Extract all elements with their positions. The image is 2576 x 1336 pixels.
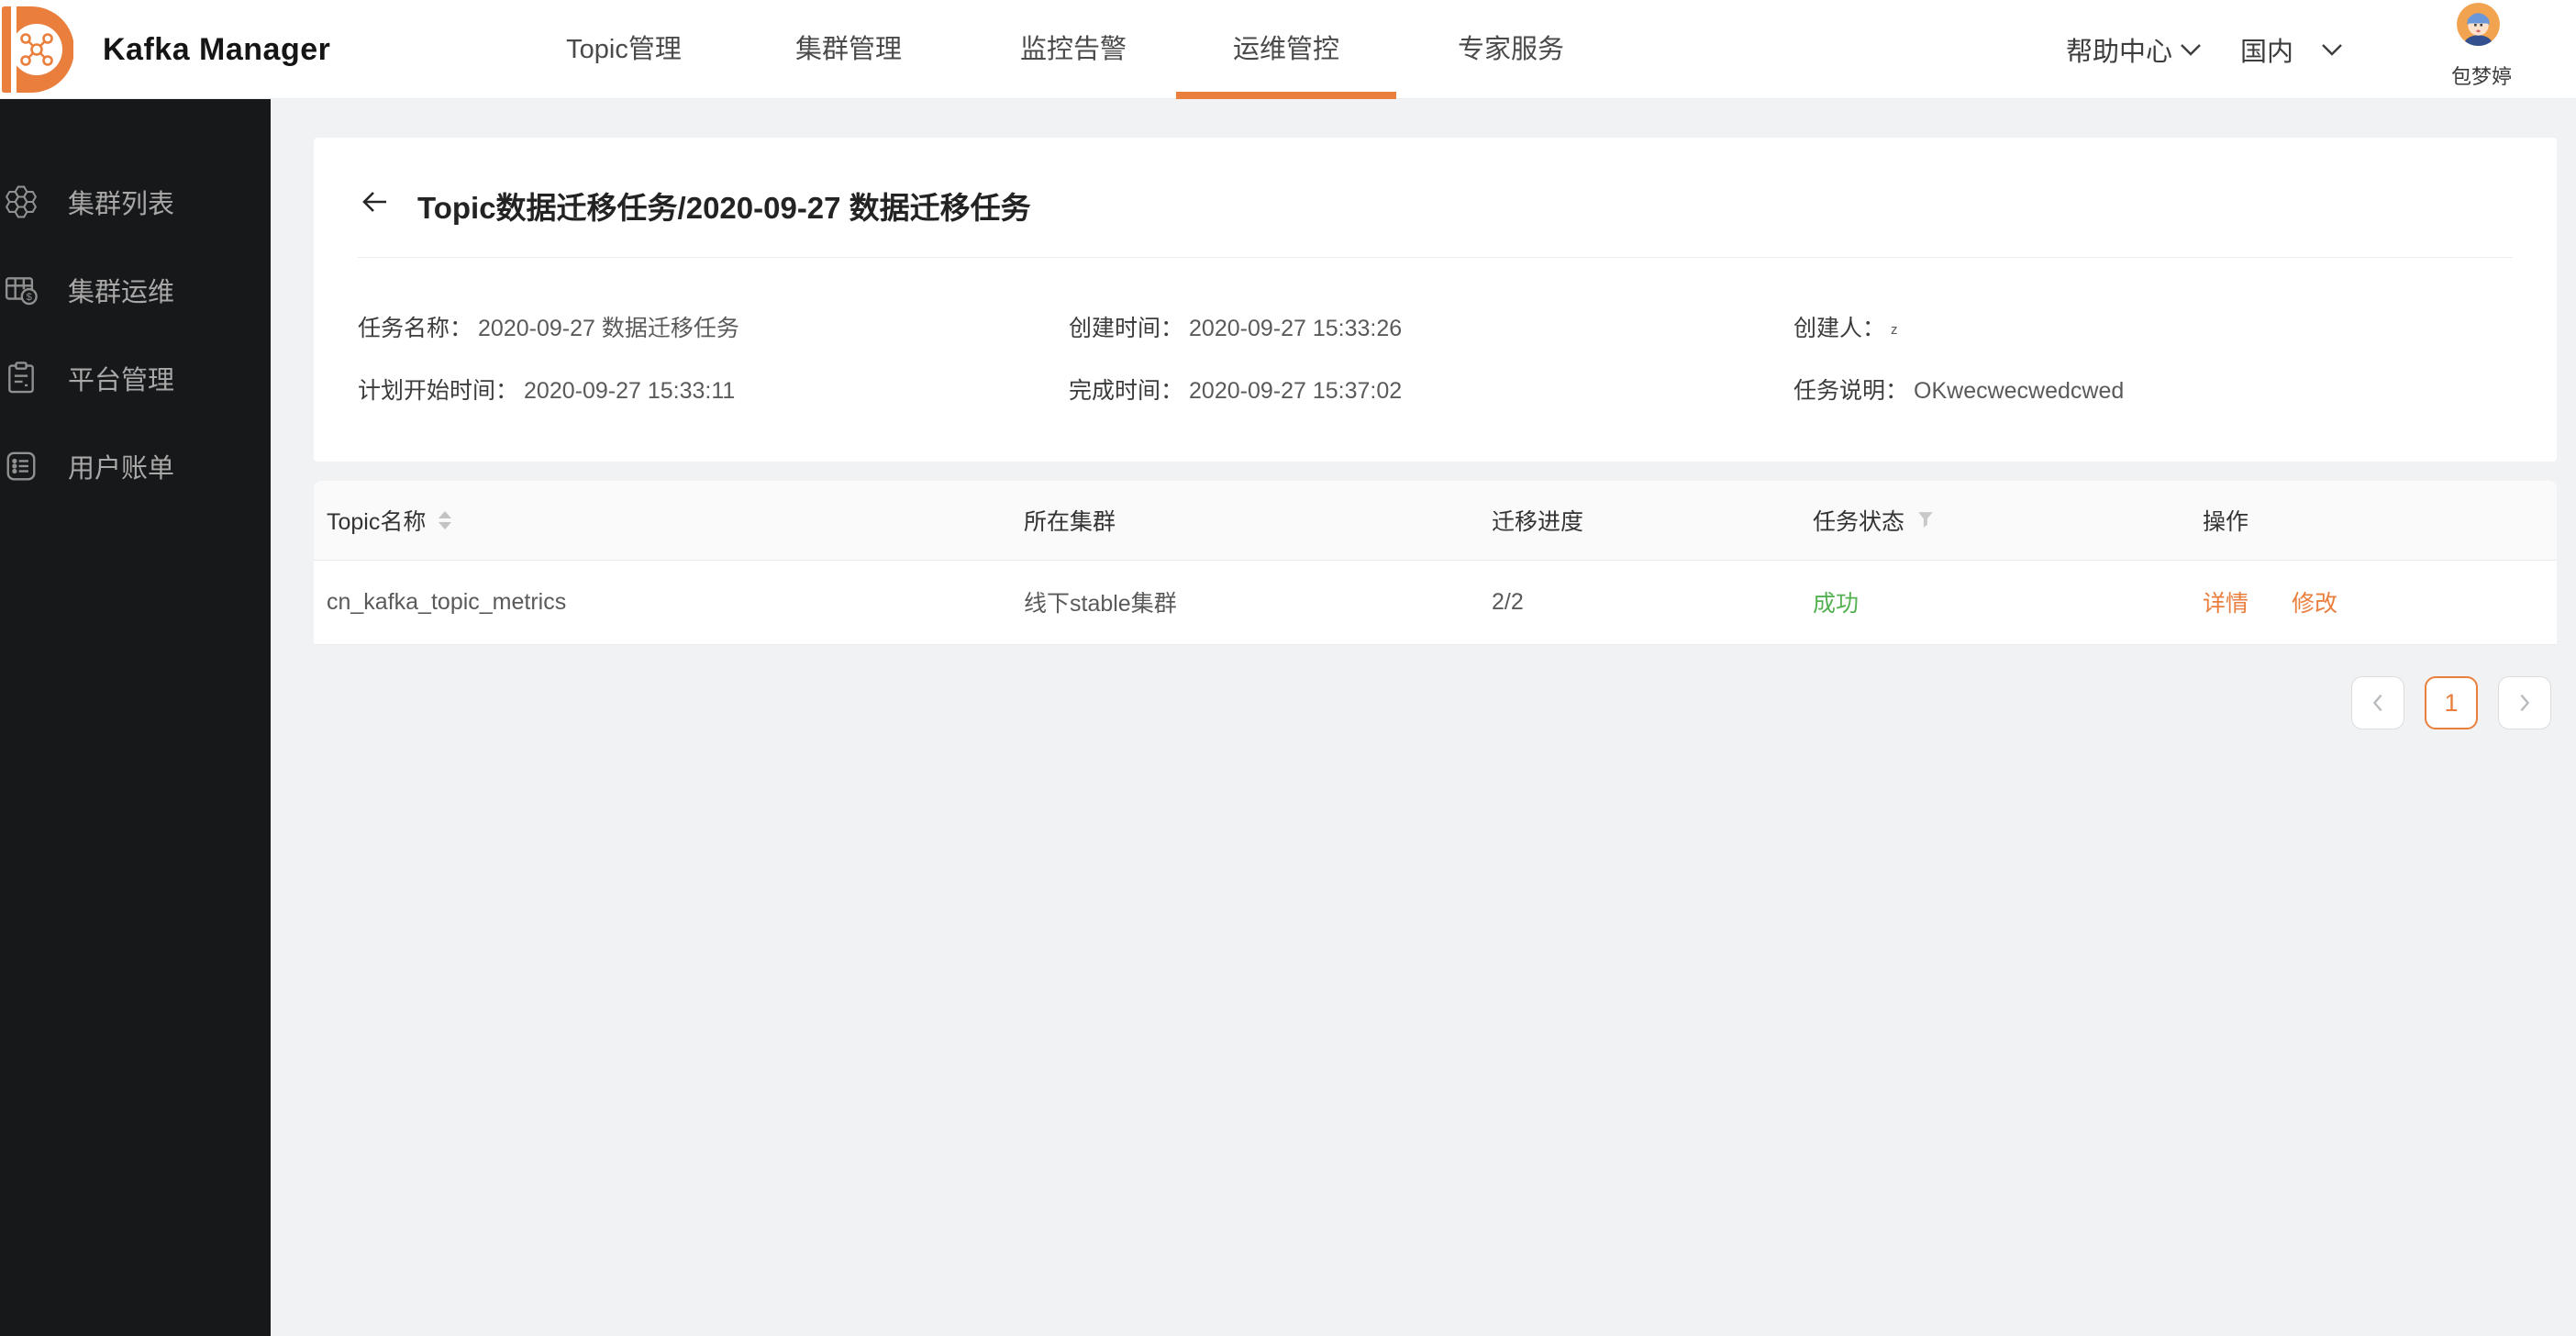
migration-table: Topic名称 所在集群 迁移进度 任务状态 操作 cn_kafka_topic… xyxy=(314,481,2557,645)
sidebar-item-platform-manage[interactable]: 平台管理 xyxy=(0,334,271,422)
chevron-down-icon xyxy=(2181,43,2201,56)
cluster-ops-icon: $ xyxy=(5,277,38,306)
col-actions: 操作 xyxy=(2190,481,2557,561)
cell-cluster: 线下stable集群 xyxy=(1011,560,1479,645)
help-center-label: 帮助中心 xyxy=(2066,38,2173,67)
tab-topic-manage[interactable]: Topic管理 xyxy=(566,0,682,99)
caret-down-icon xyxy=(439,521,452,529)
cell-topic-name: cn_kafka_topic_metrics xyxy=(314,560,1011,645)
tab-expert-service[interactable]: 专家服务 xyxy=(1458,0,1564,99)
col-cluster: 所在集群 xyxy=(1011,481,1479,561)
user-billing-icon xyxy=(6,451,36,481)
app-title: Kafka Manager xyxy=(103,32,331,67)
col-topic-name: Topic名称 xyxy=(314,481,1011,561)
detail-plan-start-time: 计划开始时间： 2020-09-27 15:33:11 xyxy=(358,378,736,404)
prev-page-button[interactable] xyxy=(2351,676,2404,729)
sidebar-item-cluster-list[interactable]: 集群列表 xyxy=(0,158,271,246)
tab-ops-control[interactable]: 运维管控 xyxy=(1233,0,1339,99)
sidebar: 集群列表 $ 集群运维 平台管理 用户账单 xyxy=(0,99,271,1336)
back-arrow-icon[interactable] xyxy=(358,185,391,218)
caret-up-icon xyxy=(439,510,452,518)
table-row: cn_kafka_topic_metrics 线下stable集群 2/2 成功… xyxy=(314,560,2557,645)
page-1-button[interactable]: 1 xyxy=(2425,676,2478,729)
cluster-list-icon xyxy=(5,185,38,218)
chevron-right-icon xyxy=(2520,694,2530,712)
platform-manage-icon xyxy=(8,362,34,394)
col-progress: 迁移进度 xyxy=(1479,481,1800,561)
sidebar-item-cluster-ops[interactable]: $ 集群运维 xyxy=(0,246,271,334)
cell-status: 成功 xyxy=(1800,560,2190,645)
chevron-down-icon xyxy=(2322,43,2342,56)
username: 包梦婷 xyxy=(2450,65,2513,88)
detail-creator: 创建人： z xyxy=(1793,316,1898,341)
detail-task-description: 任务说明： OKwecwecwedcwed xyxy=(1793,378,2125,404)
next-page-button[interactable] xyxy=(2498,676,2551,729)
sidebar-item-label: 用户账单 xyxy=(68,454,175,484)
task-detail-card: Topic数据迁移任务/2020-09-27 数据迁移任务 任务名称： 2020-… xyxy=(314,138,2557,462)
sidebar-item-label: 集群列表 xyxy=(68,190,175,219)
detail-finish-time: 完成时间： 2020-09-27 15:37:02 xyxy=(1069,378,1403,404)
avatar[interactable] xyxy=(2457,3,2500,46)
help-center-menu[interactable]: 帮助中心 xyxy=(2066,0,2202,99)
tab-cluster-manage[interactable]: 集群管理 xyxy=(795,0,902,99)
region-selector[interactable]: 国内 xyxy=(2240,0,2343,99)
tab-monitor-alert[interactable]: 监控告警 xyxy=(1020,0,1127,99)
cell-progress: 2/2 xyxy=(1479,560,1800,645)
table-header-row: Topic名称 所在集群 迁移进度 任务状态 操作 xyxy=(314,481,2557,561)
pagination: 1 xyxy=(2351,676,2551,729)
app-logo-icon xyxy=(2,6,73,93)
page-title: Topic数据迁移任务/2020-09-27 数据迁移任务 xyxy=(417,191,1031,225)
sidebar-item-label: 平台管理 xyxy=(68,366,175,395)
col-status: 任务状态 xyxy=(1800,481,2190,561)
active-tab-indicator xyxy=(1176,92,1396,99)
detail-task-name: 任务名称： 2020-09-27 数据迁移任务 xyxy=(358,316,739,341)
svg-text:$: $ xyxy=(27,292,32,303)
divider xyxy=(358,257,2513,258)
region-label: 国内 xyxy=(2240,38,2294,67)
top-header: Kafka Manager Topic管理 集群管理 监控告警 运维管控 专家服… xyxy=(0,0,2576,99)
status-badge: 成功 xyxy=(1813,591,1860,617)
detail-create-time: 创建时间： 2020-09-27 15:33:26 xyxy=(1069,316,1403,341)
sort-control[interactable] xyxy=(439,510,452,529)
filter-funnel-icon[interactable] xyxy=(1917,511,1936,529)
cell-actions: 详情 修改 xyxy=(2190,560,2557,645)
chevron-left-icon xyxy=(2372,694,2382,712)
sidebar-item-user-billing[interactable]: 用户账单 xyxy=(0,422,271,510)
detail-link[interactable]: 详情 xyxy=(2203,591,2248,617)
modify-link[interactable]: 修改 xyxy=(2292,591,2337,617)
sidebar-item-label: 集群运维 xyxy=(68,278,175,307)
